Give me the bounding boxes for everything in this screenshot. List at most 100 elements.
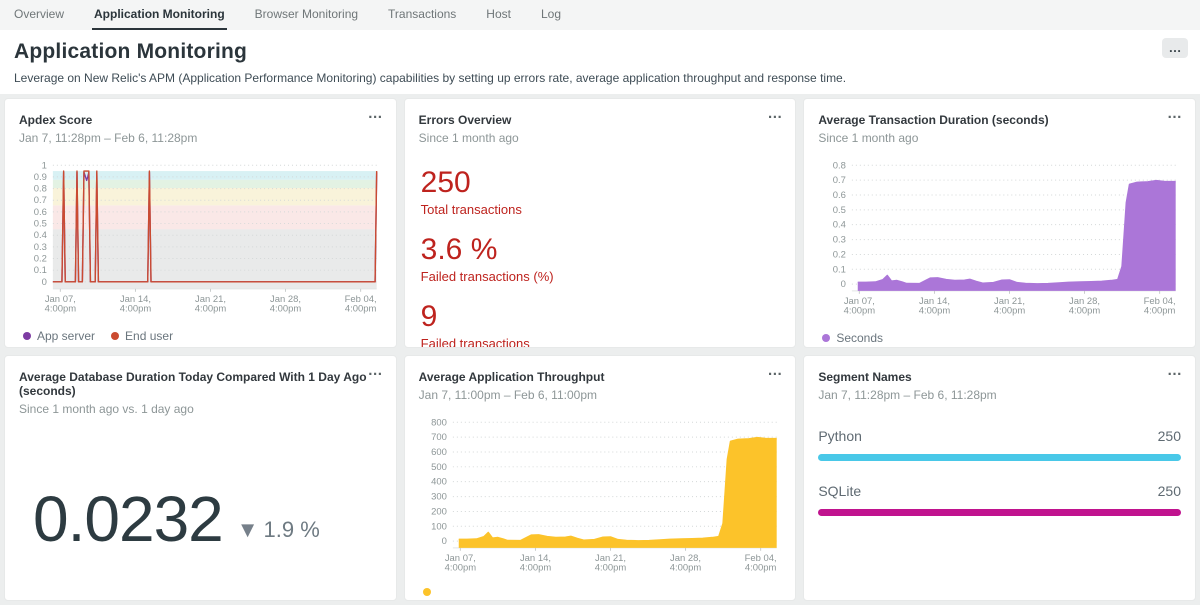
svg-text:100: 100 bbox=[431, 521, 447, 532]
tab-log[interactable]: Log bbox=[539, 0, 563, 30]
tab-browser-monitoring[interactable]: Browser Monitoring bbox=[253, 0, 360, 30]
svg-text:600: 600 bbox=[431, 447, 447, 458]
segment-value: 250 bbox=[1158, 428, 1181, 444]
segment-list: Python250 SQLite 250 bbox=[818, 428, 1181, 516]
card-menu-button[interactable]: … bbox=[767, 107, 783, 121]
svg-text:4:00pm: 4:00pm bbox=[45, 304, 77, 315]
svg-text:1: 1 bbox=[42, 160, 47, 171]
legend-dot-icon bbox=[23, 332, 31, 340]
svg-text:4:00pm: 4:00pm bbox=[919, 306, 951, 317]
svg-text:400: 400 bbox=[431, 477, 447, 488]
card-subtitle: Since 1 month ago bbox=[419, 131, 782, 145]
error-metrics: 250Total transactions 3.6 %Failed transac… bbox=[419, 167, 782, 348]
svg-text:0.5: 0.5 bbox=[34, 219, 47, 230]
svg-text:4:00pm: 4:00pm bbox=[270, 304, 302, 315]
errors-overview-card: Errors Overview Since 1 month ago … 250T… bbox=[404, 98, 797, 348]
svg-text:0.4: 0.4 bbox=[833, 220, 846, 231]
legend-dot-icon bbox=[822, 334, 830, 342]
svg-text:0.3: 0.3 bbox=[34, 242, 47, 253]
card-title: Apdex Score bbox=[19, 113, 382, 127]
svg-text:0.9: 0.9 bbox=[34, 172, 47, 183]
svg-text:0.6: 0.6 bbox=[34, 207, 47, 218]
svg-text:300: 300 bbox=[431, 492, 447, 503]
legend-label: End user bbox=[125, 329, 173, 343]
apdex-chart: 00.10.20.30.40.50.60.70.80.91Jan 07,4:00… bbox=[19, 159, 382, 321]
svg-text:0.1: 0.1 bbox=[833, 264, 846, 275]
page-title: Application Monitoring bbox=[14, 40, 1186, 64]
card-menu-button[interactable]: … bbox=[1167, 107, 1183, 121]
legend-label: Seconds bbox=[836, 331, 883, 345]
card-menu-button[interactable]: … bbox=[368, 364, 384, 378]
card-title: Segment Names bbox=[818, 370, 1181, 384]
card-title: Average Transaction Duration (seconds) bbox=[818, 113, 1181, 127]
card-menu-button[interactable]: … bbox=[368, 107, 384, 121]
legend-item[interactable] bbox=[423, 588, 431, 596]
legend-dot-icon bbox=[111, 332, 119, 340]
dashboard-grid: Apdex Score Jan 7, 11:28pm – Feb 6, 11:2… bbox=[0, 94, 1200, 605]
metric-label: Failed transactions bbox=[421, 336, 782, 348]
segment-names-card: Segment Names Jan 7, 11:28pm – Feb 6, 11… bbox=[803, 355, 1196, 601]
svg-text:4:00pm: 4:00pm bbox=[669, 563, 701, 574]
svg-text:200: 200 bbox=[431, 506, 447, 517]
segment-label-row: SQLite 250 bbox=[818, 483, 1181, 499]
svg-text:0.8: 0.8 bbox=[34, 184, 47, 195]
svg-text:4:00pm: 4:00pm bbox=[120, 304, 152, 315]
legend-item[interactable]: Seconds bbox=[822, 331, 883, 345]
svg-text:4:00pm: 4:00pm bbox=[745, 563, 777, 574]
page-menu-button[interactable]: … bbox=[1162, 38, 1188, 58]
svg-text:500: 500 bbox=[431, 462, 447, 473]
tab-application-monitoring[interactable]: Application Monitoring bbox=[92, 0, 227, 30]
page-header: Application Monitoring Leverage on New R… bbox=[0, 30, 1200, 94]
legend-label: App server bbox=[37, 329, 95, 343]
segment-value: 250 bbox=[1158, 483, 1181, 499]
segment-bar bbox=[818, 509, 1181, 516]
svg-text:4:00pm: 4:00pm bbox=[844, 306, 876, 317]
svg-text:0.2: 0.2 bbox=[34, 254, 47, 265]
card-menu-button[interactable]: … bbox=[767, 364, 783, 378]
throughput-legend bbox=[419, 588, 782, 596]
error-metric: 250Total transactions bbox=[421, 167, 782, 217]
segment-name: SQLite bbox=[818, 483, 861, 499]
svg-text:4:00pm: 4:00pm bbox=[994, 306, 1026, 317]
legend-item[interactable]: App server bbox=[23, 329, 95, 343]
segment-bar bbox=[818, 454, 1181, 461]
svg-text:4:00pm: 4:00pm bbox=[195, 304, 227, 315]
svg-text:0.8: 0.8 bbox=[833, 160, 846, 171]
card-title: Errors Overview bbox=[419, 113, 782, 127]
svg-text:0.7: 0.7 bbox=[34, 195, 47, 206]
segment-row: Python250 bbox=[818, 428, 1181, 461]
duration-legend: Seconds bbox=[818, 331, 1181, 345]
trend-indicator: ▼ 1.9 % bbox=[237, 517, 320, 543]
svg-text:0.5: 0.5 bbox=[833, 205, 846, 216]
card-menu-button[interactable]: … bbox=[1167, 364, 1183, 378]
tab-bar: Overview Application Monitoring Browser Mo… bbox=[0, 0, 1200, 30]
big-number-value: 0.0232 bbox=[33, 482, 223, 556]
svg-text:4:00pm: 4:00pm bbox=[1069, 306, 1101, 317]
svg-text:0.4: 0.4 bbox=[34, 230, 47, 241]
application-throughput-chart: 0100200300400500600700800Jan 07,4:00pmJa… bbox=[419, 416, 782, 580]
svg-text:4:00pm: 4:00pm bbox=[519, 563, 551, 574]
trend-down-icon: ▼ bbox=[237, 519, 259, 541]
tab-overview[interactable]: Overview bbox=[12, 0, 66, 30]
error-metric: 9Failed transactions bbox=[421, 301, 782, 348]
error-metric: 3.6 %Failed transactions (%) bbox=[421, 234, 782, 284]
application-throughput-card: Average Application Throughput Jan 7, 11… bbox=[404, 355, 797, 601]
card-subtitle: Jan 7, 11:00pm – Feb 6, 11:00pm bbox=[419, 388, 782, 402]
svg-text:4:00pm: 4:00pm bbox=[1144, 306, 1176, 317]
trend-value: 1.9 % bbox=[264, 517, 320, 543]
segment-row: SQLite 250 bbox=[818, 483, 1181, 516]
svg-text:0: 0 bbox=[841, 279, 846, 290]
svg-text:0: 0 bbox=[441, 536, 446, 547]
card-title: Average Application Throughput bbox=[419, 370, 782, 384]
card-subtitle: Since 1 month ago bbox=[818, 131, 1181, 145]
svg-text:0.3: 0.3 bbox=[833, 235, 846, 246]
tab-host[interactable]: Host bbox=[484, 0, 513, 30]
segment-label-row: Python250 bbox=[818, 428, 1181, 444]
svg-text:4:00pm: 4:00pm bbox=[444, 563, 476, 574]
tab-transactions[interactable]: Transactions bbox=[386, 0, 458, 30]
database-duration-card: Average Database Duration Today Compared… bbox=[4, 355, 397, 601]
card-subtitle: Jan 7, 11:28pm – Feb 6, 11:28pm bbox=[19, 131, 382, 145]
legend-item[interactable]: End user bbox=[111, 329, 173, 343]
apdex-legend: App server End user bbox=[19, 329, 382, 343]
metric-value: 250 bbox=[421, 167, 782, 199]
